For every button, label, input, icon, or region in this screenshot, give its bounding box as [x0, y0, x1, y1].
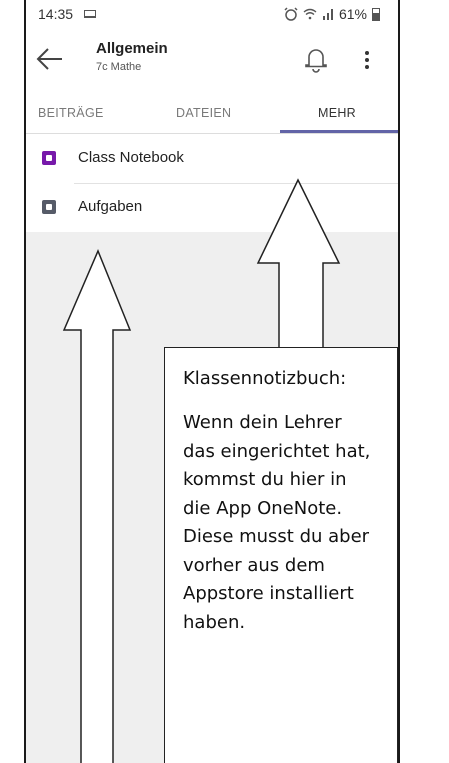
up-arrow-left-shape: [62, 249, 132, 763]
screenshot-frame: 14:35 61% Allgemein 7c Mathe BEITRÄGE DA…: [0, 0, 449, 763]
callout-heading: Klassennotizbuch:: [183, 368, 347, 389]
callout-body: Wenn dein Lehrer das eingerichtet hat, k…: [183, 412, 371, 633]
callout-box: Klassennotizbuch: Wenn dein Lehrer das e…: [164, 347, 398, 763]
up-arrow-right-shape: [256, 178, 341, 347]
